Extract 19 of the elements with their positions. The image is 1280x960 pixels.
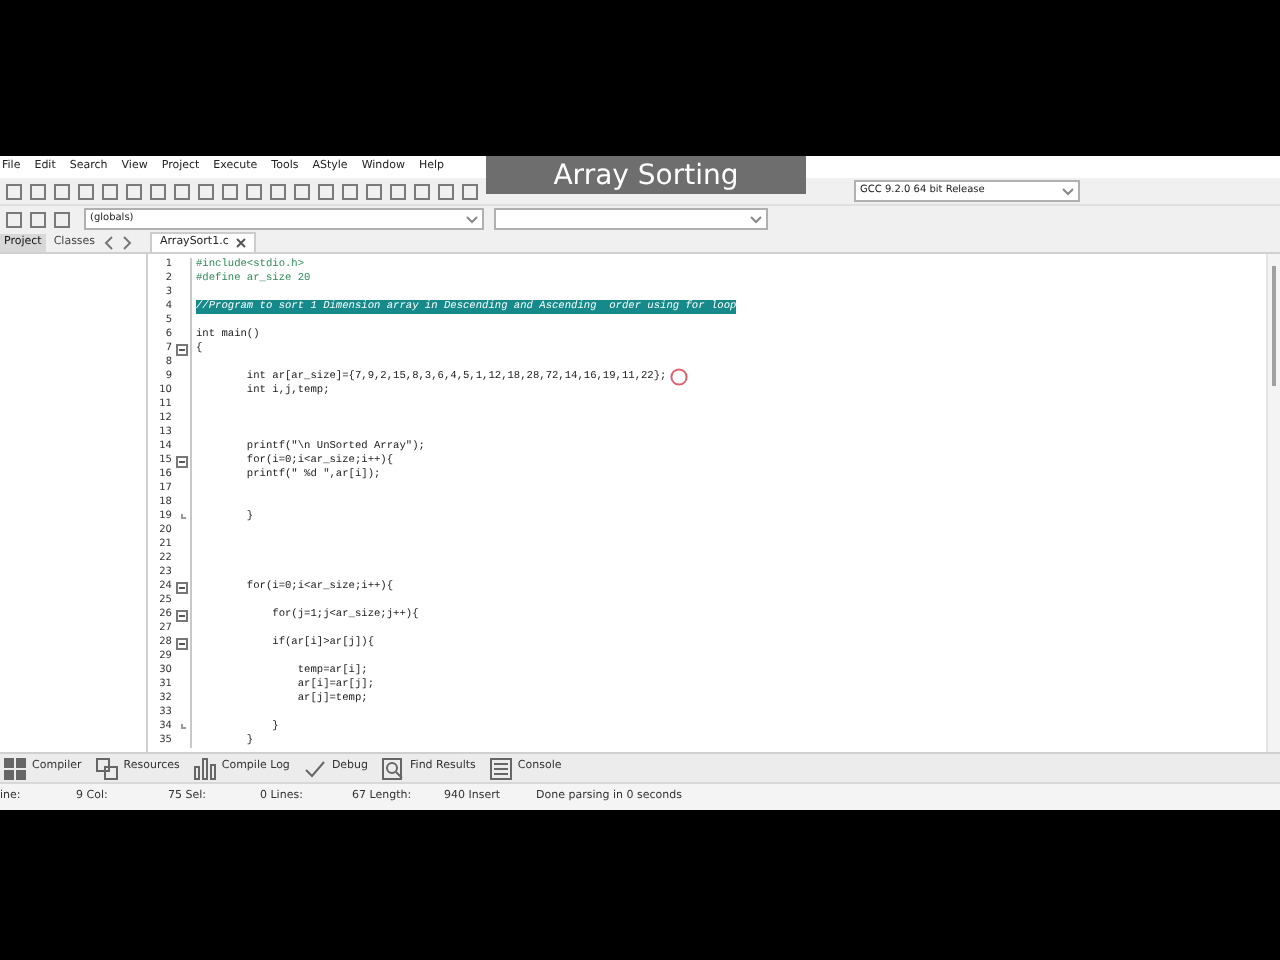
chevron-right-icon[interactable] bbox=[121, 236, 132, 250]
fold-toggle-icon[interactable] bbox=[175, 343, 187, 355]
chevron-left-icon[interactable] bbox=[103, 236, 114, 250]
search-icon bbox=[382, 757, 405, 779]
check-icon bbox=[303, 757, 326, 779]
close-icon[interactable] bbox=[236, 238, 247, 248]
fold-toggle-icon[interactable] bbox=[175, 637, 187, 649]
video-title-overlay: Array Sorting bbox=[486, 156, 806, 194]
member-dropdown[interactable] bbox=[494, 208, 768, 230]
fold-toggle-icon[interactable] bbox=[175, 455, 187, 467]
fold-toggle-icon[interactable] bbox=[175, 581, 187, 593]
vertical-scrollbar[interactable] bbox=[1266, 254, 1280, 752]
chevron-down-icon bbox=[466, 215, 478, 223]
fold-toggle-icon[interactable] bbox=[175, 609, 187, 621]
bar-chart-icon bbox=[193, 757, 216, 779]
chevron-down-icon bbox=[1062, 187, 1074, 195]
chevron-down-icon bbox=[750, 215, 762, 223]
windows-icon bbox=[95, 757, 118, 779]
console-icon bbox=[489, 757, 512, 779]
